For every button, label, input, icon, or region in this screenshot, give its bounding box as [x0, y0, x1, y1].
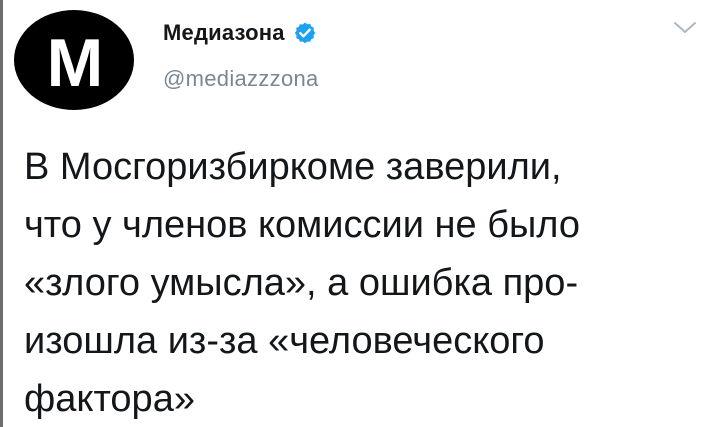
tweet-text: В Мосгоризбиркоме заверили, что у членов… [24, 138, 704, 427]
tweet-card: M Медиазона @mediazzzona В Мосгоризбирко… [0, 0, 720, 427]
divider [0, 0, 3, 427]
chevron-down-icon[interactable] [672, 20, 698, 36]
tweet-text-line: фактора» [24, 378, 195, 420]
verified-badge-icon [294, 22, 315, 44]
tweet-text-line: «злого умысла», а ошибка про- [24, 262, 579, 304]
name-row: Медиазона [163, 18, 319, 48]
avatar-letter: M [46, 25, 104, 101]
tweet-text-line: изошла из-за «человеческого [24, 320, 545, 362]
tweet-text-line: что у членов комиссии не было [24, 204, 581, 246]
handle[interactable]: @mediazzzona [163, 66, 319, 92]
display-name[interactable]: Медиазона [163, 20, 285, 46]
tweet-text-line: В Мосгоризбиркоме заверили, [24, 146, 562, 188]
avatar[interactable]: M [14, 10, 134, 110]
author-block: Медиазона @mediazzzona [163, 18, 319, 92]
